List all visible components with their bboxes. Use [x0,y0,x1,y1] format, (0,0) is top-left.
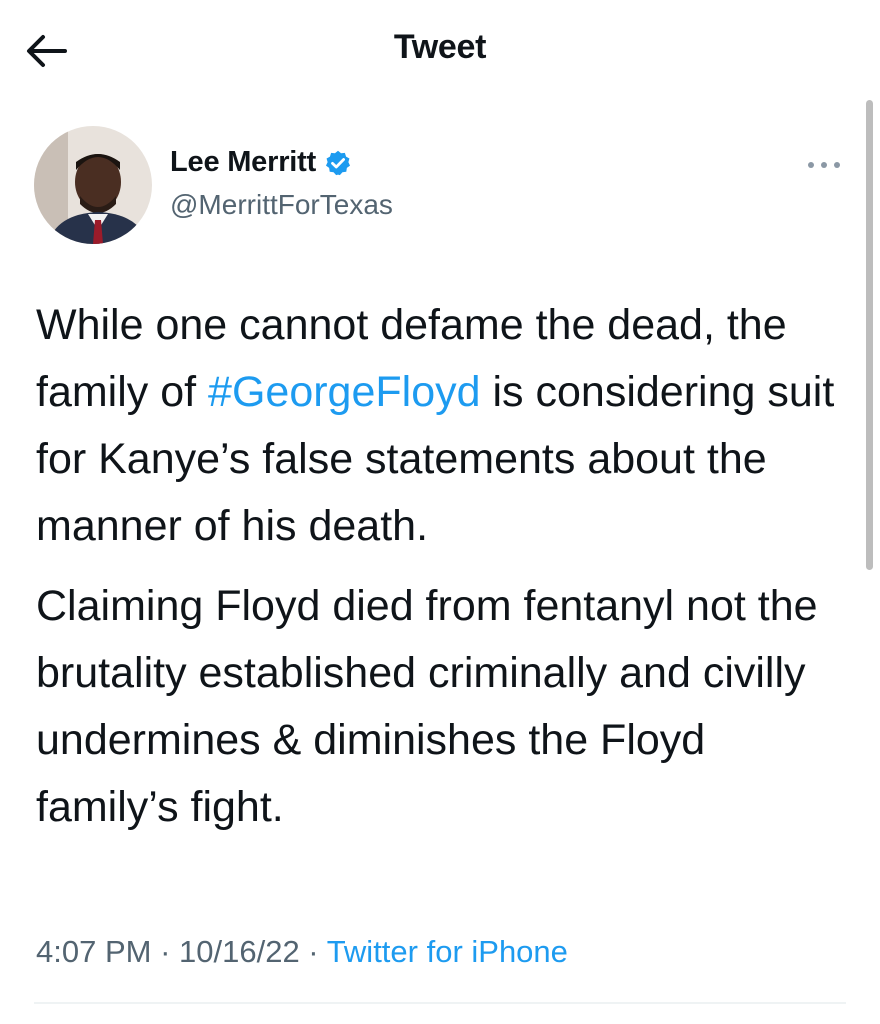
tweet-date: 10/16/22 [179,934,300,969]
tweet-author: Lee Merritt @MerrittForTexas [34,126,840,246]
verified-badge-icon [326,150,351,175]
tweet-source-link[interactable]: Twitter for iPhone [327,934,568,969]
top-bar: Tweet [0,0,880,100]
avatar-image [34,126,152,244]
tweet-text: While one cannot defame the dead, the fa… [36,292,846,841]
avatar[interactable] [34,126,152,244]
more-options-button[interactable] [804,150,844,180]
author-handle[interactable]: @MerrittForTexas [170,189,393,221]
page-title: Tweet [393,28,487,66]
more-icon [808,162,840,168]
author-name-row[interactable]: Lee Merritt [170,146,352,179]
meta-separator: · [299,934,327,969]
tweet-paragraph-1: While one cannot defame the dead, the fa… [36,292,846,560]
hashtag-link[interactable]: #GeorgeFloyd [208,368,481,416]
divider [34,1002,846,1004]
tweet-paragraph-2: Claiming Floyd died from fentanyl not th… [36,582,818,831]
meta-separator: · [151,934,180,969]
tweet-time: 4:07 PM [36,934,152,969]
scrollbar[interactable] [866,100,873,570]
tweet-metadata: 4:07 PM · 10/16/22 · Twitter for iPhone [36,934,568,970]
author-display-name: Lee Merritt [170,146,317,178]
